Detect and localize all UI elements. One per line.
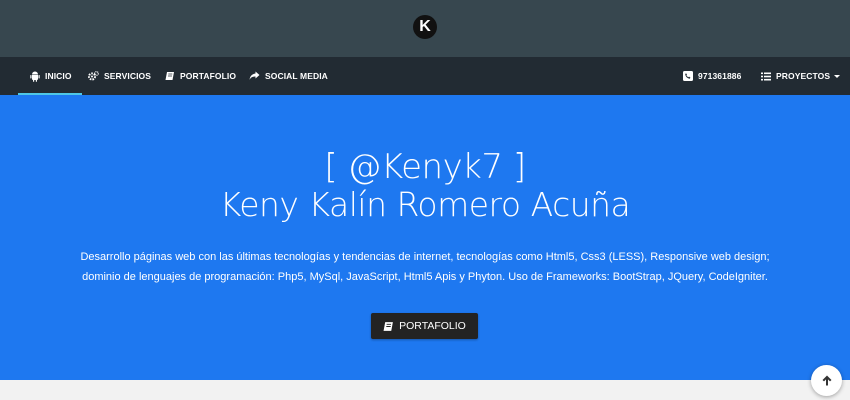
nav-label: PROYECTOS bbox=[776, 71, 831, 81]
main-navbar: INICIO SERVICIOS PORTAFOLIO SOCIAL MEDIA… bbox=[0, 57, 850, 95]
site-logo[interactable]: K bbox=[413, 15, 437, 39]
nav-label: PORTAFOLIO bbox=[180, 71, 237, 81]
content-area bbox=[0, 380, 850, 400]
book-icon bbox=[383, 321, 394, 331]
hero-description: Desarrollo páginas web con las últimas t… bbox=[80, 251, 770, 283]
gears-icon bbox=[88, 71, 99, 81]
book-icon bbox=[165, 72, 174, 80]
nav-label: SOCIAL MEDIA bbox=[265, 71, 328, 81]
android-icon bbox=[30, 71, 40, 82]
nav-dropdown-proyectos[interactable]: PROYECTOS bbox=[761, 57, 841, 95]
portafolio-button[interactable]: PORTAFOLIO bbox=[371, 313, 478, 339]
nav-item-social-media[interactable]: SOCIAL MEDIA bbox=[249, 57, 328, 95]
portafolio-button-label: PORTAFOLIO bbox=[399, 320, 466, 332]
hero-section: [ @Kenyk7 ] Keny Kalín Romero Acuña Desa… bbox=[0, 95, 850, 380]
nav-label: INICIO bbox=[45, 71, 72, 81]
nav-item-servicios[interactable]: SERVICIOS bbox=[88, 57, 151, 95]
hero-handle: [ @Kenyk7 ] bbox=[324, 147, 526, 187]
share-icon bbox=[249, 71, 260, 80]
nav-item-portafolio[interactable]: PORTAFOLIO bbox=[165, 57, 236, 95]
hero-name: Keny Kalín Romero Acuña bbox=[219, 185, 631, 224]
caret-down-icon bbox=[834, 74, 841, 78]
phone-number: 971361886 bbox=[698, 71, 742, 81]
nav-item-inicio[interactable]: INICIO bbox=[18, 57, 82, 95]
scroll-to-top-button[interactable] bbox=[811, 365, 842, 396]
phone-icon bbox=[683, 71, 693, 81]
nav-item-phone[interactable]: 971361886 bbox=[683, 57, 741, 95]
top-header: K bbox=[0, 0, 850, 57]
arrow-up-icon bbox=[822, 375, 831, 386]
nav-label: SERVICIOS bbox=[104, 71, 152, 81]
list-icon bbox=[761, 72, 771, 80]
